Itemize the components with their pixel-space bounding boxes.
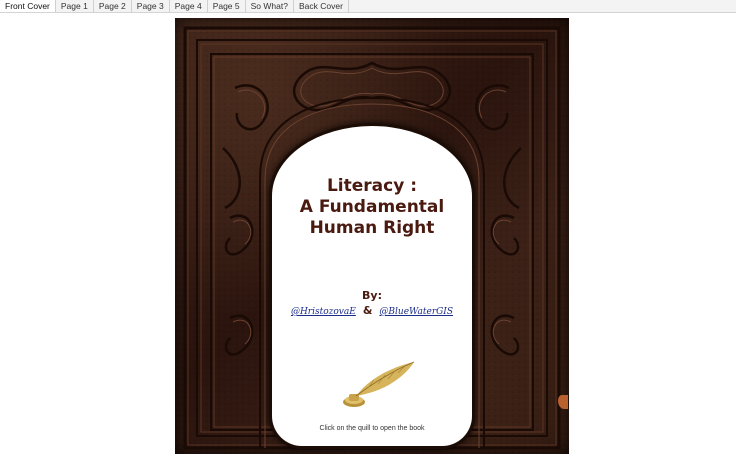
title-line-2: A Fundamental xyxy=(299,197,445,217)
title-line-1: Literacy : xyxy=(326,176,418,196)
tab-page-2[interactable]: Page 2 xyxy=(93,0,132,12)
tab-page-4[interactable]: Page 4 xyxy=(169,0,208,12)
ampersand: & xyxy=(362,304,373,317)
book-title: Literacy : A Fundamental Human Right xyxy=(272,176,472,239)
book-cover: Literacy : A Fundamental Human Right By:… xyxy=(175,18,569,454)
tab-page-3[interactable]: Page 3 xyxy=(131,0,170,12)
worn-corner xyxy=(558,395,568,409)
quill-icon[interactable] xyxy=(338,360,418,410)
open-book-hint: Click on the quill to open the book xyxy=(319,425,425,432)
tab-so-what[interactable]: So What? xyxy=(245,0,294,12)
author-link-bluewatergis[interactable]: @BlueWaterGIS xyxy=(379,307,453,317)
tab-page-1[interactable]: Page 1 xyxy=(55,0,94,12)
tab-back-cover[interactable]: Back Cover xyxy=(293,0,349,12)
author-link-hristozovae[interactable]: @HristozovaE xyxy=(291,307,356,317)
title-line-3: Human Right xyxy=(309,218,435,238)
by-label: By: xyxy=(362,289,382,302)
tab-page-5[interactable]: Page 5 xyxy=(207,0,246,12)
authors-row: @HristozovaE & @BlueWaterGIS xyxy=(272,304,472,317)
title-panel: Literacy : A Fundamental Human Right By:… xyxy=(272,126,472,446)
tab-front-cover[interactable]: Front Cover xyxy=(0,0,56,12)
tab-bar: Front Cover Page 1 Page 2 Page 3 Page 4 … xyxy=(0,0,736,13)
